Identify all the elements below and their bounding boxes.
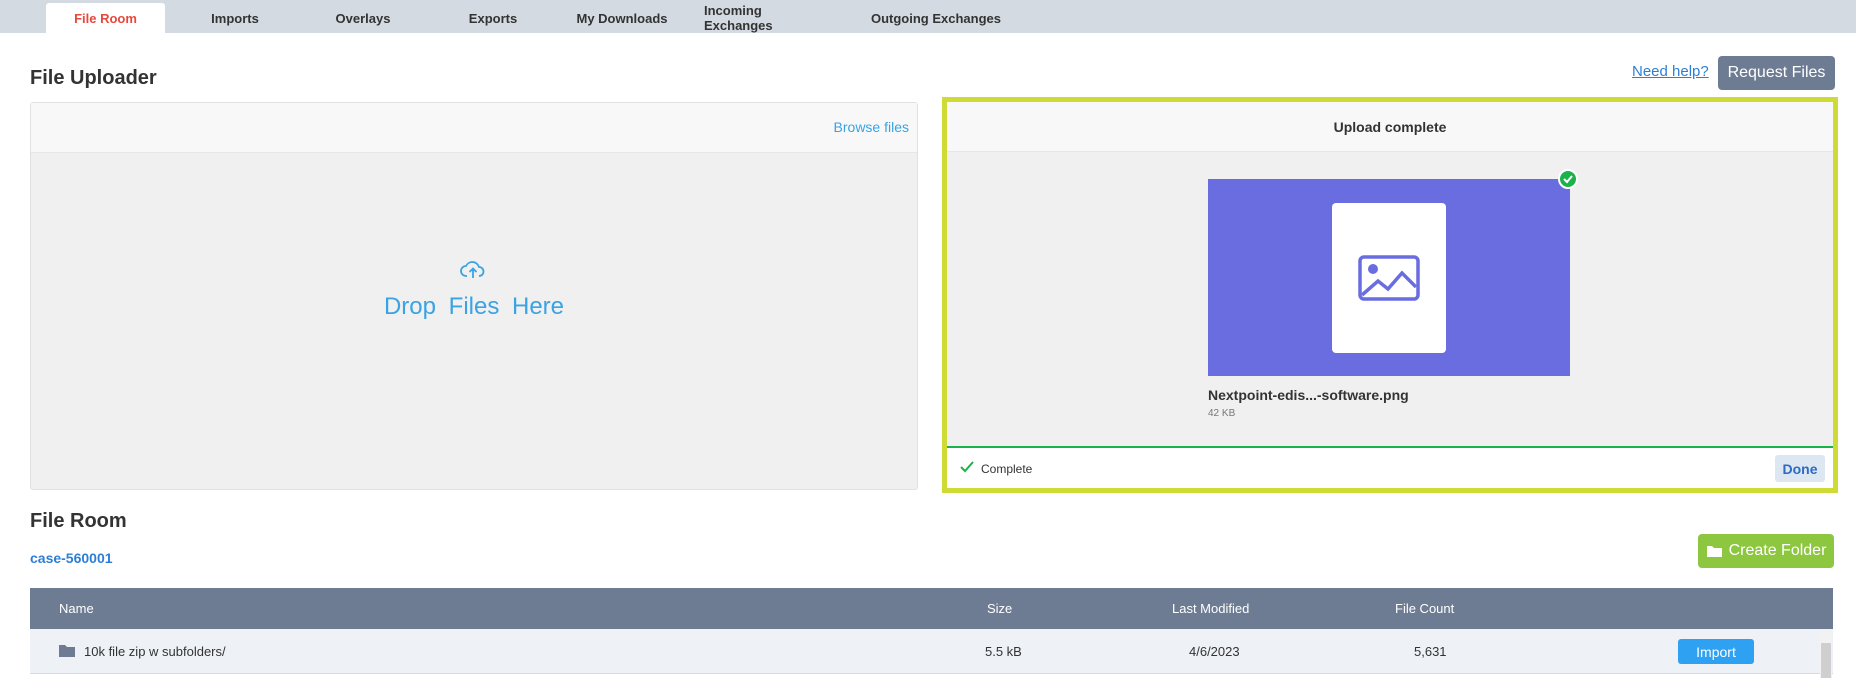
file-thumbnail: [1208, 179, 1570, 376]
drop-files-text: Drop Files Here: [383, 293, 565, 320]
table-row[interactable]: 10k file zip w subfolders/ 5.5 kB 4/6/20…: [30, 629, 1833, 674]
folder-icon: [59, 645, 75, 657]
file-uploader-title: File Uploader: [30, 67, 157, 89]
upload-success-icon: [1558, 169, 1578, 189]
request-files-button[interactable]: Request Files: [1718, 56, 1835, 90]
tab-imports[interactable]: Imports: [190, 3, 280, 33]
tab-overlays[interactable]: Overlays: [318, 3, 408, 33]
column-header-last-modified[interactable]: Last Modified: [1172, 601, 1249, 616]
upload-status-panel: Upload complete Nextpoint-edis...-softwa…: [942, 97, 1838, 493]
complete-status-text: Complete: [981, 462, 1033, 476]
scrollbar[interactable]: [1820, 629, 1832, 678]
row-name[interactable]: 10k file zip w subfolders/: [84, 644, 226, 659]
uploaded-file-name: Nextpoint-edis...-software.png: [1208, 387, 1409, 403]
uploaded-file-size: 42 KB: [1208, 408, 1236, 419]
tab-outgoing-exchanges[interactable]: Outgoing Exchanges: [870, 3, 1002, 33]
tab-exports[interactable]: Exports: [448, 3, 538, 33]
browse-files-link[interactable]: Browse files: [834, 119, 909, 135]
tab-file-room[interactable]: File Room: [46, 3, 165, 33]
thumbnail-card: [1332, 203, 1446, 353]
scrollbar-thumb[interactable]: [1821, 643, 1831, 678]
cloud-upload-icon: [460, 261, 485, 278]
row-last-modified: 4/6/2023: [1189, 644, 1240, 659]
checkmark-icon: [960, 461, 974, 473]
upload-status-footer: Complete Done: [947, 446, 1833, 488]
create-folder-label: Create Folder: [1728, 542, 1827, 559]
upload-status-title: Upload complete: [947, 102, 1833, 152]
case-breadcrumb-link[interactable]: case-560001: [30, 550, 113, 566]
row-size: 5.5 kB: [985, 644, 1022, 659]
file-room-title: File Room: [30, 510, 127, 532]
row-file-count: 5,631: [1414, 644, 1447, 659]
tab-my-downloads[interactable]: My Downloads: [570, 3, 674, 33]
create-folder-button[interactable]: Create Folder: [1698, 534, 1834, 568]
column-header-size[interactable]: Size: [987, 601, 1012, 616]
tab-incoming-exchanges[interactable]: Incoming Exchanges: [704, 3, 834, 33]
import-button[interactable]: Import: [1678, 639, 1754, 664]
table-header: Name Size Last Modified File Count: [30, 588, 1833, 629]
folder-icon: [1706, 546, 1722, 557]
done-button[interactable]: Done: [1775, 455, 1825, 482]
column-header-file-count[interactable]: File Count: [1395, 601, 1454, 616]
image-icon: [1358, 255, 1420, 301]
need-help-link[interactable]: Need help?: [1632, 63, 1709, 80]
tab-bar: File Room Imports Overlays Exports My Do…: [0, 0, 1856, 33]
drop-zone-header: Browse files: [31, 103, 917, 153]
column-header-name[interactable]: Name: [59, 601, 94, 616]
